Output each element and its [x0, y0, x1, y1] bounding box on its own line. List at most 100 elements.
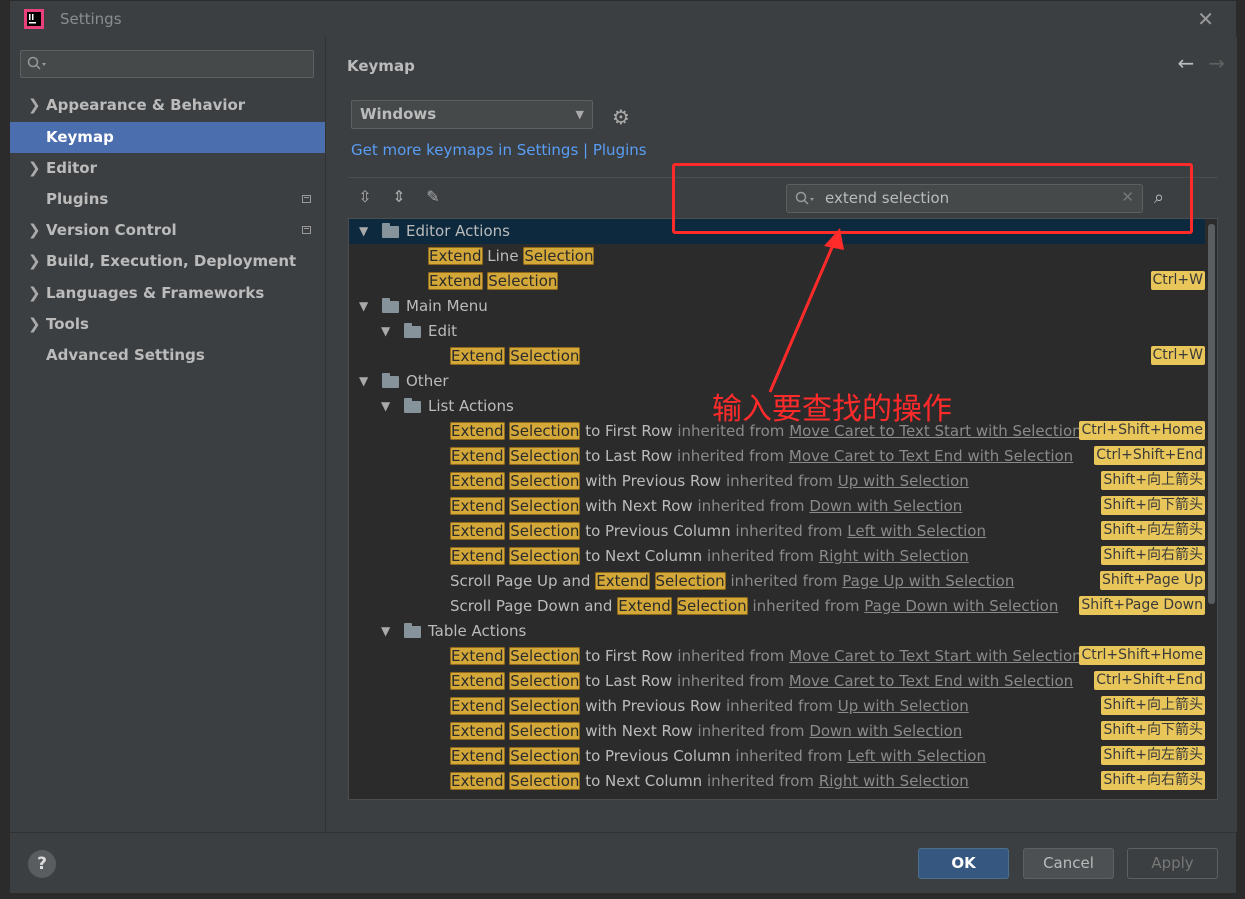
match-selection: Selection: [509, 722, 581, 740]
history-nav: ← →: [1163, 51, 1225, 75]
action-row[interactable]: Extend Selection to Previous Column inhe…: [349, 519, 1205, 544]
action-row[interactable]: Extend Selection to First Row inherited …: [349, 644, 1205, 669]
match-selection: Selection: [676, 597, 748, 615]
action-text: to Last Row: [585, 447, 673, 465]
inherited-label: inherited from: [706, 547, 815, 565]
sidebar-item-label: Keymap: [46, 128, 114, 146]
sidebar-item-label: Editor: [46, 159, 97, 177]
action-row[interactable]: Extend Selection with Next Row inherited…: [349, 494, 1205, 519]
ok-button[interactable]: OK: [918, 848, 1009, 879]
match-selection: Selection: [487, 272, 559, 290]
sidebar-item-advanced-settings[interactable]: Advanced Settings: [10, 340, 325, 371]
shortcut-badge: Ctrl+W: [1150, 271, 1205, 290]
sidebar-item-editor[interactable]: ❯ Editor: [10, 153, 325, 184]
action-row[interactable]: Scroll Page Up and Extend Selection inhe…: [349, 569, 1205, 594]
inherited-link[interactable]: Up with Selection: [838, 697, 969, 715]
sidebar-item-keymap[interactable]: Keymap: [10, 122, 325, 153]
inherited-link[interactable]: Page Down with Selection: [864, 597, 1058, 615]
inherited-label: inherited from: [735, 522, 843, 540]
inherited-link[interactable]: Up with Selection: [838, 472, 969, 490]
sidebar-item-languages-frameworks[interactable]: ❯ Languages & Frameworks: [10, 278, 325, 309]
inherited-link[interactable]: Right with Selection: [819, 772, 969, 790]
keymap-select[interactable]: Windows ▼: [351, 100, 593, 129]
apply-button[interactable]: Apply: [1127, 848, 1218, 879]
sidebar-item-build-execution-deployment[interactable]: ❯ Build, Execution, Deployment: [10, 246, 325, 277]
action-row[interactable]: Extend Selection to Last Row inherited f…: [349, 669, 1205, 694]
chevron-down-icon: ▼: [381, 324, 391, 338]
action-text: to First Row: [585, 422, 673, 440]
inherited-link[interactable]: Left with Selection: [847, 522, 986, 540]
inherited-link[interactable]: Move Caret to Text Start with Selection: [789, 647, 1081, 665]
annotation-text: 输入要查找的操作: [712, 392, 952, 427]
project-settings-icon: [302, 195, 311, 203]
inherited-label: inherited from: [725, 697, 833, 715]
inherited-link[interactable]: Down with Selection: [809, 497, 962, 515]
shortcut-badge: Shift+向左箭头: [1101, 746, 1205, 765]
chevron-right-icon: ❯: [28, 252, 41, 270]
shortcut-badge: Ctrl+Shift+Home: [1079, 421, 1205, 440]
intellij-icon: [24, 9, 44, 29]
search-icon: [27, 56, 46, 70]
inherited-link[interactable]: Page Up with Selection: [842, 572, 1014, 590]
match-extend: Extend: [428, 247, 483, 265]
shortcut-badge: Shift+Page Down: [1079, 596, 1205, 615]
shortcut-badge: Ctrl+Shift+End: [1094, 671, 1205, 690]
edit-shortcut-icon[interactable]: ✎: [422, 187, 444, 206]
gear-icon[interactable]: ⚙: [612, 105, 630, 129]
sidebar-item-appearance-behavior[interactable]: ❯ Appearance & Behavior: [10, 90, 325, 121]
inherited-link[interactable]: Down with Selection: [809, 722, 962, 740]
get-more-keymaps-link[interactable]: Get more keymaps in Settings | Plugins: [351, 141, 647, 159]
tree-node-table-actions[interactable]: ▼ Table Actions: [349, 619, 1205, 644]
match-selection: Selection: [509, 672, 581, 690]
action-row[interactable]: Extend Selection to Last Row inherited f…: [349, 444, 1205, 469]
match-selection: Selection: [509, 647, 581, 665]
sidebar-item-tools[interactable]: ❯ Tools: [10, 309, 325, 340]
sidebar-item-plugins[interactable]: Plugins: [10, 184, 325, 215]
action-text: Scroll Page Down and: [450, 597, 613, 615]
match-selection: Selection: [509, 347, 581, 365]
sidebar-item-label: Build, Execution, Deployment: [46, 252, 297, 270]
action-text: with Previous Row: [585, 697, 722, 715]
expand-all-icon[interactable]: ⇳: [354, 187, 376, 206]
action-row[interactable]: Extend Selection with Previous Row inher…: [349, 694, 1205, 719]
settings-search-input[interactable]: [20, 50, 314, 78]
folder-icon: [404, 398, 421, 413]
action-row[interactable]: Extend Selection with Next Row inherited…: [349, 719, 1205, 744]
collapse-all-icon[interactable]: ⇕: [388, 187, 410, 206]
chevron-right-icon: ❯: [28, 159, 41, 177]
chevron-down-icon: ▼: [359, 224, 369, 238]
tree-toolbar: ⇳ ⇕ ✎: [354, 187, 456, 206]
tree-node-label: Other: [406, 372, 449, 390]
action-row[interactable]: Extend Selection Ctrl+W: [349, 269, 1205, 294]
tree-node-label: Main Menu: [406, 297, 488, 315]
back-arrow-icon[interactable]: ←: [1177, 51, 1194, 75]
keymap-select-value: Windows: [360, 105, 437, 123]
tree-node-edit[interactable]: ▼ Edit: [349, 319, 1205, 344]
tree-node-main-menu[interactable]: ▼ Main Menu: [349, 294, 1205, 319]
tree-scrollbar[interactable]: [1208, 224, 1215, 604]
action-row[interactable]: Extend Line Selection: [349, 244, 1205, 269]
action-text: Scroll Page Up and: [450, 572, 591, 590]
sidebar-item-version-control[interactable]: ❯ Version Control: [10, 215, 325, 246]
inherited-link[interactable]: Right with Selection: [819, 547, 969, 565]
match-selection: Selection: [523, 247, 595, 265]
close-icon[interactable]: ✕: [1197, 7, 1214, 31]
forward-arrow-icon[interactable]: →: [1208, 51, 1225, 75]
inherited-label: inherited from: [725, 472, 833, 490]
sidebar-item-label: Plugins: [46, 190, 109, 208]
inherited-link[interactable]: Left with Selection: [847, 747, 986, 765]
dialog-footer: ? OK Cancel Apply: [10, 832, 1236, 893]
match-extend: Extend: [450, 422, 505, 440]
inherited-link[interactable]: Move Caret to Text End with Selection: [789, 672, 1073, 690]
action-row[interactable]: Extend Selection with Previous Row inher…: [349, 469, 1205, 494]
action-row[interactable]: Extend Selection to Previous Column inhe…: [349, 744, 1205, 769]
help-button[interactable]: ?: [28, 850, 56, 878]
action-row[interactable]: Extend Selection to Next Column inherite…: [349, 769, 1205, 794]
action-text: to Previous Column: [585, 522, 731, 540]
inherited-label: inherited from: [677, 647, 785, 665]
action-row[interactable]: Scroll Page Down and Extend Selection in…: [349, 594, 1205, 619]
action-row[interactable]: Extend Selection Ctrl+W: [349, 344, 1205, 369]
cancel-button[interactable]: Cancel: [1023, 848, 1114, 879]
action-row[interactable]: Extend Selection to Next Column inherite…: [349, 544, 1205, 569]
inherited-link[interactable]: Move Caret to Text End with Selection: [789, 447, 1073, 465]
